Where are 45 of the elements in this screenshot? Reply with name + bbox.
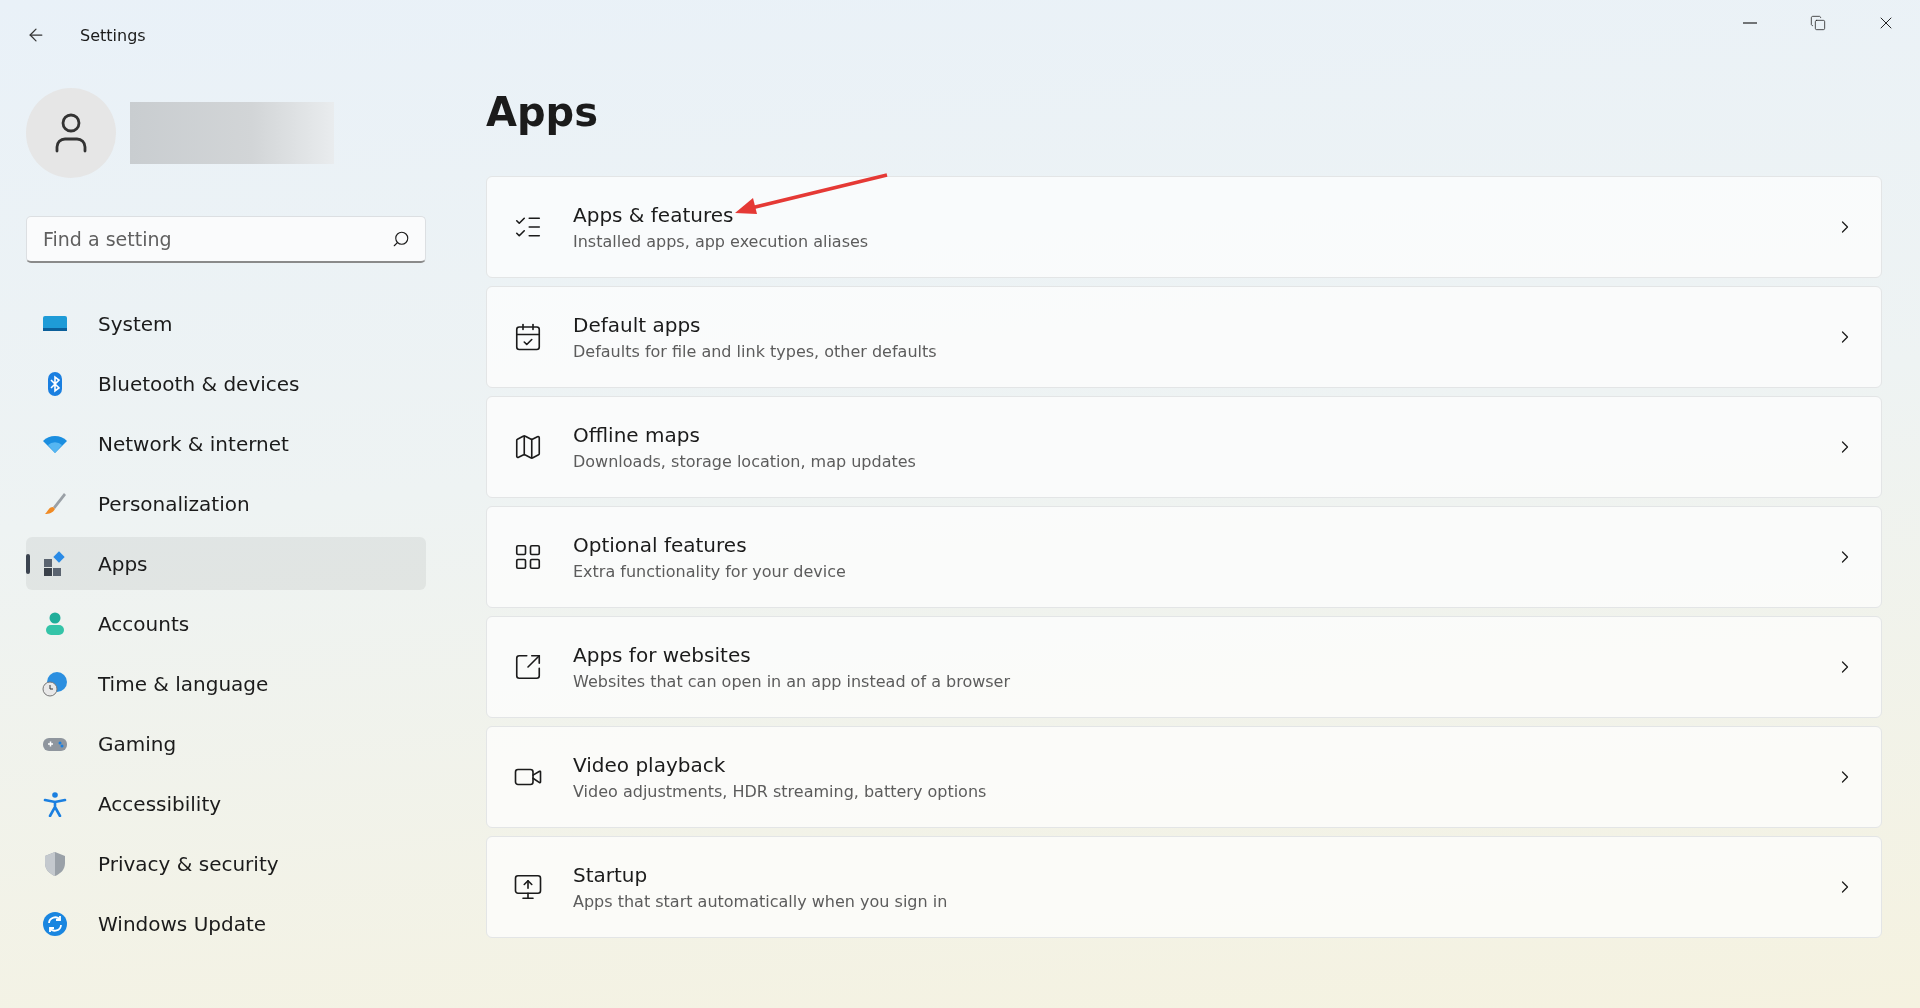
restore-icon bbox=[1810, 15, 1826, 31]
card-subtitle: Defaults for file and link types, other defaults bbox=[573, 342, 937, 361]
card-title: Optional features bbox=[573, 533, 747, 557]
settings-card[interactable]: Default apps Defaults for file and link types, other defaults bbox=[486, 286, 1882, 388]
search-field[interactable]: Find a setting bbox=[26, 216, 426, 263]
nav-item[interactable]: Apps bbox=[26, 537, 426, 590]
card-subtitle: Apps that start automatically when you sign in bbox=[573, 892, 948, 911]
card-title: Apps for websites bbox=[573, 643, 751, 667]
nav-item[interactable]: Accounts bbox=[26, 597, 426, 650]
settings-card[interactable]: Apps & features Installed apps, app execution aliases bbox=[486, 176, 1882, 278]
nav-item[interactable]: Bluetooth & devices bbox=[26, 357, 426, 410]
card-subtitle: Video adjustments, HDR streaming, battery options bbox=[573, 782, 987, 801]
window-title: Settings bbox=[80, 25, 146, 45]
card-subtitle: Installed apps, app execution aliases bbox=[573, 232, 869, 251]
nav-item[interactable]: Windows Update bbox=[26, 897, 426, 950]
open-external-icon bbox=[513, 652, 543, 682]
nav-item[interactable]: Accessibility bbox=[26, 777, 426, 830]
refresh-icon bbox=[42, 910, 68, 937]
nav-item[interactable]: Network & internet bbox=[26, 417, 426, 470]
settings-card[interactable]: Optional features Extra functionality for your device bbox=[486, 506, 1882, 608]
nav-item[interactable]: Privacy & security bbox=[26, 837, 426, 890]
card-subtitle: Downloads, storage location, map updates bbox=[573, 452, 916, 471]
nav-item[interactable]: Gaming bbox=[26, 717, 426, 770]
shield-icon bbox=[42, 850, 68, 877]
card-title: Apps & features bbox=[573, 203, 734, 227]
window-upload-icon bbox=[513, 872, 543, 902]
nav-item[interactable]: System bbox=[26, 297, 426, 350]
nav-item[interactable]: Time & language bbox=[26, 657, 426, 710]
card-title: Video playback bbox=[573, 753, 726, 777]
card-title: Offline maps bbox=[573, 423, 700, 447]
card-subtitle: Websites that can open in an app instead of a browser bbox=[573, 672, 1011, 691]
card-title: Default apps bbox=[573, 313, 701, 337]
globe-clock-icon bbox=[42, 670, 68, 697]
paintbrush-icon bbox=[42, 490, 68, 517]
accessibility-icon bbox=[42, 790, 68, 817]
settings-card[interactable]: Video playback Video adjustments, HDR streaming, battery options bbox=[486, 726, 1882, 828]
map-icon bbox=[513, 432, 543, 462]
card-title: Startup bbox=[573, 863, 648, 887]
card-subtitle: Extra functionality for your device bbox=[573, 562, 846, 581]
search-icon bbox=[392, 230, 410, 248]
settings-card[interactable]: Apps for websites Websites that can open in an app instead of a browser bbox=[486, 616, 1882, 718]
settings-card[interactable]: Offline maps Downloads, storage location, map updates bbox=[486, 396, 1882, 498]
settings-card[interactable]: Startup Apps that start automatically when you sign in bbox=[486, 836, 1882, 938]
nav-item[interactable]: Personalization bbox=[26, 477, 426, 530]
minimize-icon bbox=[1743, 22, 1757, 24]
